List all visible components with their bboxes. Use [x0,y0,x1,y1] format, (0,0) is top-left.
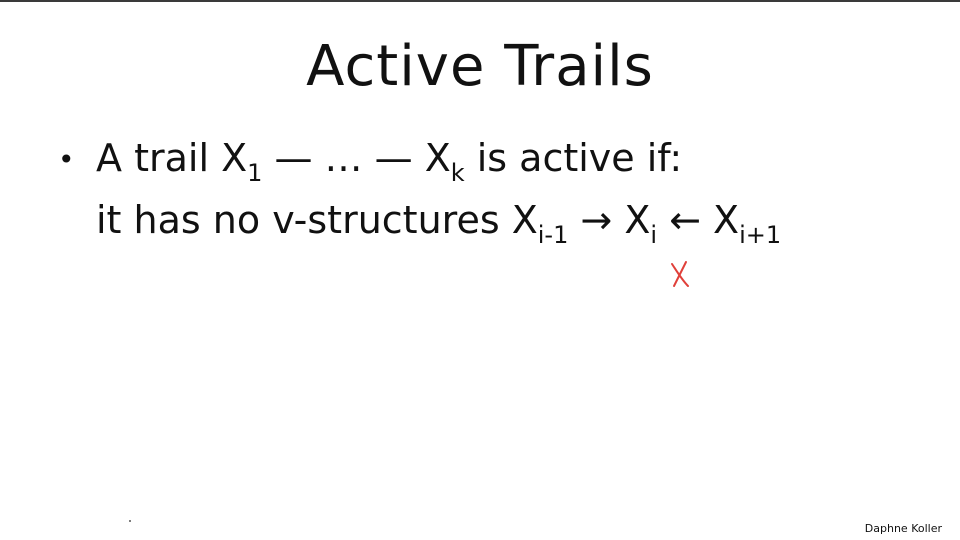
slide-title: Active Trails [306,34,654,99]
line2-subscript-i-minus-1: i-1 [537,221,569,249]
line1-subscript-k: k [450,159,465,187]
bullet-line-1: A trail X1 — … — Xk is active if: [96,134,683,185]
line1-text-a: A trail X [96,136,248,180]
speaker-credit: Daphne Koller [864,522,942,535]
stray-dot [129,520,131,522]
handwritten-x-mark-icon [671,261,689,287]
line1-subscript-1: 1 [247,159,263,187]
top-border [0,0,960,2]
line1-text-b: — … — X [262,136,451,180]
bullet-line-2: it has no v-structures Xi-1 → Xi ← Xi+1 [96,196,781,247]
line2-text-b: → X [568,198,651,242]
line2-subscript-i-plus-1: i+1 [739,221,782,249]
bullet-icon: • [58,143,75,176]
line1-text-c: is active if: [464,136,683,180]
slide: Active Trails • A trail X1 — … — Xk is a… [0,0,960,540]
line2-text-a: it has no v-structures X [96,198,538,242]
line2-text-c: ← X [657,198,740,242]
